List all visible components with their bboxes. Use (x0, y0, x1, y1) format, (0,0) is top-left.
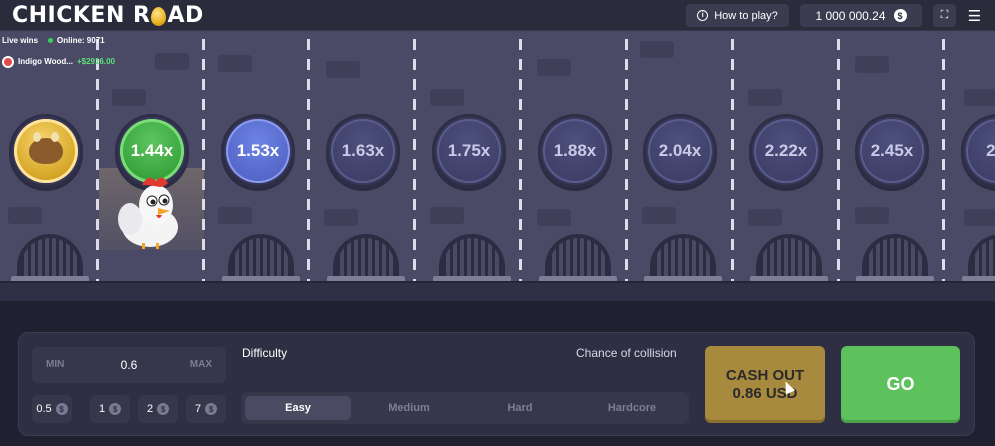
dollar-coin-icon: $ (157, 403, 170, 415)
wall-brick (748, 89, 782, 106)
balance-display: 1 000 000.24 $ (800, 4, 922, 27)
difficulty-hard[interactable]: Hard (467, 396, 573, 420)
wall-brick (326, 61, 360, 78)
multiplier-value: 1.53x (226, 119, 290, 183)
top-bar: CHICKEN R AD i How to play? 1 000 000.24 … (0, 0, 995, 31)
wall-brick (537, 209, 571, 226)
how-to-play-label: How to play? (714, 9, 778, 22)
chicken-icon (118, 177, 178, 249)
wall-brick (112, 89, 146, 106)
wall-brick (430, 89, 464, 106)
logo-text-right: AD (167, 3, 204, 28)
quick-bet-value: 1 (98, 403, 106, 415)
wall-brick (155, 53, 189, 70)
live-wins-panel: Live wins Online: 9071 Indigo Wood... +$… (0, 33, 140, 73)
lane-divider (307, 39, 310, 281)
info-icon: i (697, 10, 709, 21)
dollar-coin-icon: $ (893, 9, 907, 22)
wall-brick (964, 209, 995, 226)
road-strip (0, 281, 995, 301)
multiplier-coin-8: 2.45x (855, 114, 929, 188)
live-win-entry: Indigo Wood... +$2916.00 (0, 53, 136, 70)
lane-divider (519, 39, 522, 281)
wall-brick (855, 207, 889, 224)
game-logo: CHICKEN R AD (12, 3, 204, 28)
how-to-play-button[interactable]: i How to play? (686, 4, 789, 27)
wall-brick (218, 207, 252, 224)
lane-divider (837, 39, 840, 281)
golden-egg-icon (151, 7, 167, 26)
fullscreen-button[interactable]: ⛶ (933, 4, 956, 27)
wall-brick (8, 207, 42, 224)
quick-bet-button-1[interactable]: 1 $ (90, 395, 130, 423)
multiplier-coin-9: 2.7 (961, 114, 995, 188)
multiplier-coin-6: 2.04x (643, 114, 717, 188)
difficulty-hardcore[interactable]: Hardcore (579, 396, 685, 420)
difficulty-medium[interactable]: Medium (356, 396, 462, 420)
multiplier-value: 1.88x (543, 119, 607, 183)
start-gold-coin (9, 114, 83, 188)
wall-brick (642, 207, 676, 224)
roast-chicken-icon (29, 132, 63, 164)
cash-out-button[interactable]: CASH OUT 0.86 USD (705, 346, 825, 423)
dollar-coin-icon: $ (205, 403, 218, 415)
balance-value: 1 000 000.24 (815, 8, 886, 23)
avatar (2, 55, 14, 68)
quick-bet-value: 7 (194, 403, 202, 415)
wall-brick (218, 55, 252, 72)
bet-amount-input[interactable]: MIN 0.6 MAX (32, 347, 226, 383)
multiplier-coin-7: 2.22x (749, 114, 823, 188)
fullscreen-icon: ⛶ (940, 9, 949, 21)
lane-divider (731, 39, 734, 281)
go-button[interactable]: GO (841, 346, 960, 423)
difficulty-easy[interactable]: Easy (245, 396, 351, 420)
cash-out-label: CASH OUT (725, 366, 805, 384)
multiplier-value: 2.7 (966, 119, 995, 183)
hamburger-menu-icon: ☰ (967, 7, 982, 25)
dollar-coin-icon: $ (109, 403, 122, 415)
online-count: Online: 9071 (48, 36, 105, 45)
live-wins-title: Live wins (2, 36, 39, 45)
multiplier-value: 2.22x (754, 119, 818, 183)
multiplier-coin-5: 1.88x (538, 114, 612, 188)
win-amount: +$2916.00 (76, 57, 115, 66)
logo-text-left: CHICKEN R (12, 3, 151, 28)
lane-divider (625, 39, 628, 281)
multiplier-coin-3: 1.63x (326, 114, 400, 188)
wall-brick (537, 59, 571, 76)
quick-bet-button-2[interactable]: 2 $ (138, 395, 178, 423)
bet-max-button[interactable]: MAX (190, 347, 212, 383)
quick-bet-button-3[interactable]: 7 $ (186, 395, 226, 423)
wall-brick (964, 89, 995, 106)
multiplier-value: 2.04x (648, 119, 712, 183)
online-text: Online: 9071 (57, 36, 105, 45)
multiplier-value: 1.75x (437, 119, 501, 183)
dollar-coin-icon: $ (55, 403, 68, 415)
wall-brick (855, 56, 889, 73)
multiplier-coin-2[interactable]: 1.53x (221, 114, 295, 188)
multiplier-coin-4: 1.75x (432, 114, 506, 188)
lane-divider (942, 39, 945, 281)
wall-brick (430, 207, 464, 224)
multiplier-value: 1.63x (331, 119, 395, 183)
difficulty-selector: Easy Medium Hard Hardcore (241, 392, 689, 424)
gold-coin-face (14, 119, 78, 183)
quick-bet-button-0[interactable]: 0.5 $ (32, 395, 72, 423)
quick-bet-value: 2 (146, 403, 154, 415)
wall-brick (640, 41, 674, 58)
winner-name: Indigo Wood... (18, 57, 73, 66)
game-road: 1.44x 1.53x 1.63x 1.75x 1.88x 2.04x 2.22… (0, 31, 995, 301)
online-dot-icon (48, 38, 54, 43)
difficulty-label: Difficulty (242, 346, 288, 360)
quick-bet-value: 0.5 (36, 403, 52, 415)
lane-divider (413, 39, 416, 281)
menu-button[interactable]: ☰ (963, 4, 986, 27)
wall-brick (324, 209, 358, 226)
go-label: GO (886, 374, 915, 394)
multiplier-value: 2.45x (860, 119, 924, 183)
chance-of-collision-label: Chance of collision (576, 346, 677, 360)
wall-brick (748, 209, 782, 226)
live-wins-header: Live wins Online: 9071 (2, 36, 105, 45)
